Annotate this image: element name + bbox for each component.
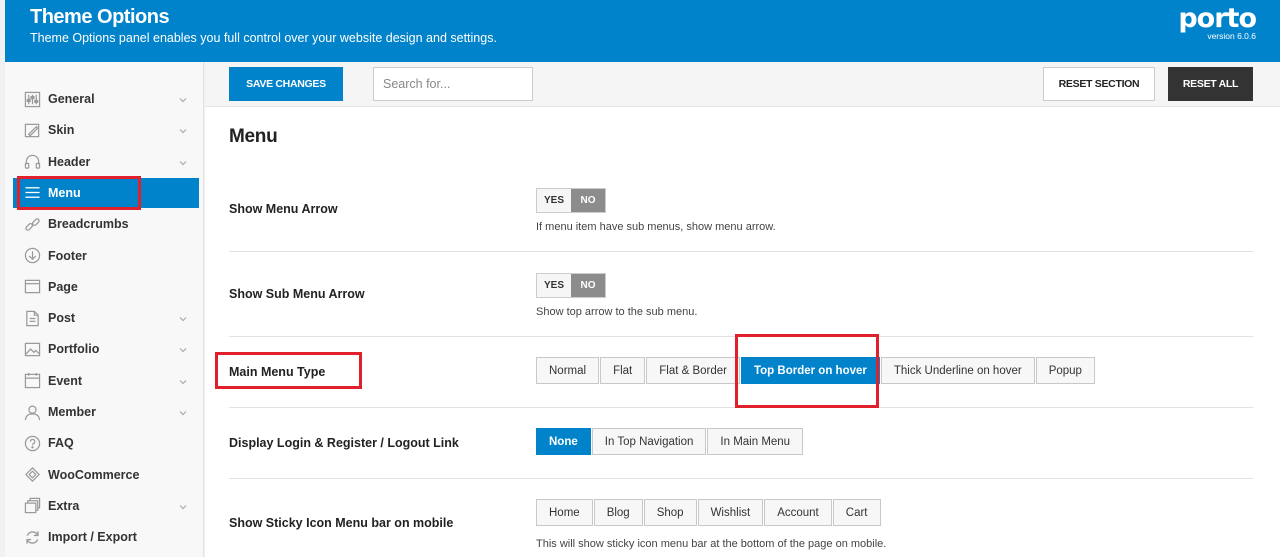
reset-all-button[interactable]: RESET ALL — [1168, 67, 1253, 101]
option-popup[interactable]: Popup — [1035, 357, 1095, 384]
toggle-yes[interactable]: YES — [537, 274, 571, 297]
sticky-icon-menu-label: Show Sticky Icon Menu bar on mobile — [229, 516, 454, 530]
paintbrush-icon — [23, 121, 41, 139]
option-home[interactable]: Home — [536, 499, 593, 526]
page-subtitle: Theme Options panel enables you full con… — [30, 31, 497, 45]
show-sub-menu-arrow-description: Show top arrow to the sub menu. — [536, 306, 698, 318]
show-menu-arrow-toggle[interactable]: YES NO — [536, 188, 606, 213]
user-icon — [23, 403, 41, 421]
sidebar-item-label: Footer — [48, 248, 87, 263]
sidebar-item-extra[interactable]: Extra — [13, 491, 198, 521]
sidebar-item-skin[interactable]: Skin — [13, 115, 198, 145]
sidebar-item-footer[interactable]: Footer — [13, 241, 198, 271]
show-sub-menu-arrow-label: Show Sub Menu Arrow — [229, 287, 365, 301]
sidebar-item-label: General — [48, 92, 95, 106]
woo-icon — [23, 466, 41, 484]
option-thick-underline-on-hover[interactable]: Thick Underline on hover — [880, 357, 1035, 384]
chevron-down-icon[interactable] — [178, 157, 188, 167]
sidebar-item-label: Member — [48, 405, 96, 419]
option-cart[interactable]: Cart — [832, 499, 881, 526]
login-register-options: None In Top Navigation In Main Menu — [536, 428, 804, 455]
option-blog[interactable]: Blog — [593, 499, 643, 526]
divider — [229, 478, 1253, 479]
sticky-icon-menu-description: This will show sticky icon menu bar at t… — [536, 538, 887, 550]
headphones-icon — [23, 153, 41, 171]
section-title: Menu — [229, 126, 278, 147]
option-flat[interactable]: Flat — [600, 357, 646, 384]
sidebar-item-general[interactable]: General — [13, 84, 198, 114]
question-icon — [23, 434, 41, 452]
document-icon — [23, 309, 41, 327]
option-wishlist[interactable]: Wishlist — [697, 499, 764, 526]
page-icon — [23, 278, 41, 296]
link-icon — [23, 215, 41, 233]
sidebar-item-label: Post — [48, 311, 76, 326]
show-menu-arrow-description: If menu item have sub menus, show menu a… — [536, 221, 776, 233]
chevron-down-icon[interactable] — [178, 125, 188, 135]
stack-icon — [23, 497, 41, 515]
main-content: SAVE CHANGES RESET SECTION RESET ALL Men… — [205, 62, 1280, 557]
sidebar-item-label: Page — [48, 279, 78, 294]
chevron-down-icon[interactable] — [178, 94, 188, 104]
sidebar-item-label: WooCommerce — [48, 467, 140, 482]
sidebar-item-event[interactable]: Event — [13, 366, 198, 396]
save-changes-button[interactable]: SAVE CHANGES — [229, 67, 343, 101]
sidebar-item-page[interactable]: Page — [13, 272, 198, 302]
calendar-icon — [23, 372, 41, 390]
sidebar-item-label: Portfolio — [48, 342, 100, 357]
highlight-box-main-menu-type — [215, 352, 362, 389]
sidebar-item-import-export[interactable]: Import / Export — [13, 522, 198, 552]
sidebar-item-woocommerce[interactable]: WooCommerce — [13, 460, 198, 490]
chevron-down-icon[interactable] — [178, 501, 188, 511]
option-flat-border[interactable]: Flat & Border — [646, 357, 740, 384]
porto-logo: porto version 6.0.6 — [1178, 3, 1257, 41]
toolbar: SAVE CHANGES RESET SECTION RESET ALL — [205, 62, 1280, 107]
sidebar-item-post[interactable]: Post — [13, 303, 198, 333]
highlight-box-top-border-option — [735, 334, 879, 408]
divider — [229, 251, 1253, 252]
sliders-icon — [23, 90, 41, 108]
option-normal[interactable]: Normal — [536, 357, 600, 384]
toggle-no[interactable]: NO — [571, 274, 605, 297]
option-account[interactable]: Account — [764, 499, 832, 526]
chevron-down-icon[interactable] — [178, 376, 188, 386]
sidebar-item-label: Skin — [48, 123, 75, 138]
highlight-box-menu — [17, 176, 141, 210]
page-title: Theme Options — [30, 6, 170, 28]
chevron-down-icon[interactable] — [178, 407, 188, 417]
sidebar-item-label: Event — [48, 373, 83, 388]
sidebar-item-faq[interactable]: FAQ — [13, 428, 198, 458]
toggle-yes[interactable]: YES — [537, 189, 571, 212]
option-shop[interactable]: Shop — [643, 499, 697, 526]
search-input[interactable] — [373, 67, 533, 101]
arrow-circle-down-icon — [23, 247, 41, 265]
sticky-icon-menu-options: Home Blog Shop Wishlist Account Cart — [536, 499, 882, 526]
header-bar: Theme Options Theme Options panel enable… — [5, 0, 1280, 62]
sidebar-item-label: Import / Export — [48, 530, 137, 545]
image-icon — [23, 340, 41, 358]
login-register-label: Display Login & Register / Logout Link — [229, 436, 459, 450]
option-none[interactable]: None — [536, 428, 591, 455]
logo-text: porto — [1178, 3, 1257, 34]
toggle-no[interactable]: NO — [571, 189, 605, 212]
sidebar-item-label: Header — [48, 154, 91, 169]
sidebar-item-header[interactable]: Header — [13, 147, 198, 177]
sidebar-item-label: FAQ — [48, 436, 74, 451]
chevron-down-icon[interactable] — [178, 344, 188, 354]
option-in-top-navigation[interactable]: In Top Navigation — [591, 428, 707, 455]
sidebar-item-label: Extra — [48, 498, 80, 513]
sidebar-item-portfolio[interactable]: Portfolio — [13, 334, 198, 364]
sidebar-item-member[interactable]: Member — [13, 397, 198, 427]
show-sub-menu-arrow-toggle[interactable]: YES NO — [536, 273, 606, 298]
sidebar-item-breadcrumbs[interactable]: Breadcrumbs — [13, 209, 198, 239]
refresh-icon — [23, 528, 41, 546]
reset-section-button[interactable]: RESET SECTION — [1043, 67, 1155, 101]
option-in-main-menu[interactable]: In Main Menu — [707, 428, 804, 455]
sidebar-item-label: Breadcrumbs — [48, 217, 129, 232]
chevron-down-icon[interactable] — [178, 313, 188, 323]
show-menu-arrow-label: Show Menu Arrow — [229, 202, 338, 216]
